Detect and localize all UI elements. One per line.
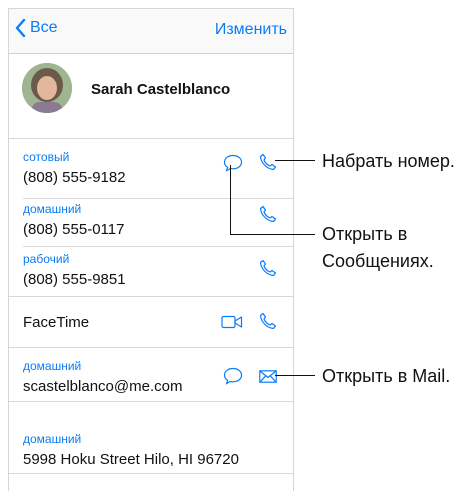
contact-card: Все Изменить Sarah Castelblanco сотовый … xyxy=(8,8,294,491)
divider xyxy=(9,347,293,348)
phone-row-work[interactable]: рабочий (808) 555-9851 xyxy=(23,252,293,288)
divider xyxy=(23,246,293,247)
callout-mail: Открыть в Mail. xyxy=(322,366,451,386)
envelope-icon[interactable] xyxy=(259,370,277,383)
back-button[interactable]: Все xyxy=(15,19,58,37)
callout-messages-line1: Открыть в xyxy=(322,224,408,244)
divider xyxy=(23,198,293,199)
divider xyxy=(9,401,293,402)
phone-label: сотовый xyxy=(23,150,70,164)
phone-icon[interactable] xyxy=(259,259,277,277)
callout-messages-line2: Сообщениях. xyxy=(322,251,434,271)
navigation-bar: Все Изменить xyxy=(9,9,293,54)
callout-dial: Набрать номер. xyxy=(322,151,455,171)
edit-button[interactable]: Изменить xyxy=(215,21,287,39)
message-bubble-icon[interactable] xyxy=(223,154,243,172)
callout-line-messages xyxy=(230,234,315,235)
phone-icon[interactable] xyxy=(259,153,277,171)
address-value: 5998 Hoku Street Hilo, HI 96720 xyxy=(23,451,239,468)
phone-label: домашний xyxy=(23,202,82,216)
email-address: scastelblanco@me.com xyxy=(23,378,183,395)
chevron-left-icon xyxy=(15,19,26,37)
phone-label: рабочий xyxy=(23,252,70,266)
avatar xyxy=(22,63,72,113)
video-camera-icon[interactable] xyxy=(221,314,243,330)
phone-icon[interactable] xyxy=(259,312,277,330)
divider xyxy=(9,296,293,297)
email-label: домашний xyxy=(23,359,82,373)
contact-name: Sarah Castelblanco xyxy=(91,81,231,98)
divider xyxy=(9,138,293,139)
message-bubble-icon[interactable] xyxy=(223,367,243,385)
contact-header: Sarah Castelblanco xyxy=(9,54,293,139)
callout-line-dial xyxy=(275,160,315,161)
facetime-row[interactable]: FaceTime xyxy=(23,314,293,331)
facetime-label: FaceTime xyxy=(23,314,90,331)
phone-row-mobile[interactable]: сотовый (808) 555-9182 xyxy=(23,150,293,186)
address-row[interactable]: домашний 5998 Hoku Street Hilo, HI 96720 xyxy=(23,432,293,468)
phone-row-home[interactable]: домашний (808) 555-0117 xyxy=(23,202,293,238)
phone-number: (808) 555-0117 xyxy=(23,221,125,238)
phone-number: (808) 555-9182 xyxy=(23,169,126,186)
divider xyxy=(9,473,293,474)
callout-line-messages-vertical xyxy=(230,165,231,235)
back-label: Все xyxy=(30,19,58,36)
email-row[interactable]: домашний scastelblanco@me.com xyxy=(23,359,293,395)
callout-line-mail xyxy=(275,375,315,376)
phone-number: (808) 555-9851 xyxy=(23,271,126,288)
address-label: домашний xyxy=(23,432,82,446)
phone-icon[interactable] xyxy=(259,205,277,223)
